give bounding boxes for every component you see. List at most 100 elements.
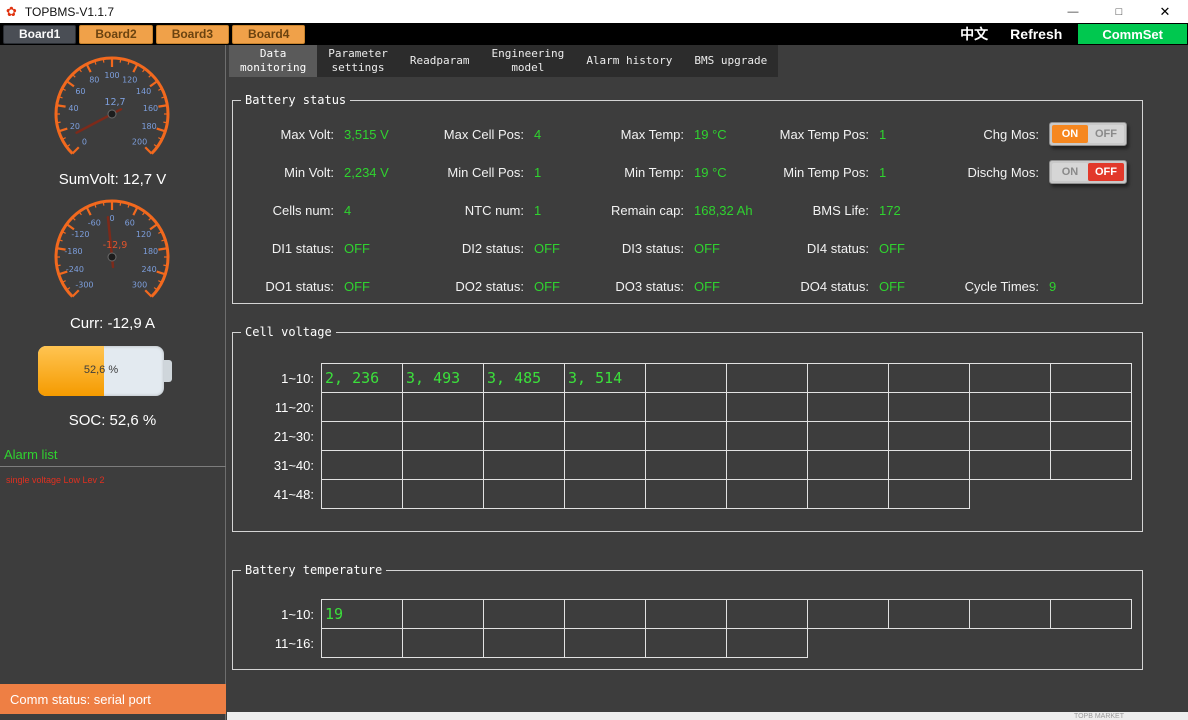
battery-status-grid: Max Volt:3,515 VMax Cell Pos:4Max Temp:1… [249, 115, 1134, 301]
alarm-list[interactable]: single voltage Low Lev 2 [0, 467, 225, 682]
value-cell: 2, 236 [321, 363, 403, 393]
off-segment[interactable]: OFF [1088, 125, 1124, 143]
cell-voltage-table: 1~10:2, 2363, 4933, 4853, 51411~20:21~30… [235, 363, 1132, 509]
svg-text:20: 20 [70, 122, 80, 131]
on-segment[interactable]: ON [1052, 163, 1088, 181]
sidebar: 02040608010012014016018020012,7 SumVolt:… [0, 45, 226, 720]
row-label: 11~20: [235, 392, 321, 422]
table-row: 31~40: [235, 450, 1132, 480]
svg-text:40: 40 [68, 104, 78, 113]
row-label: 1~10: [235, 363, 321, 393]
battery-body: 52,6 % [38, 346, 164, 396]
maximize-button[interactable]: □ [1096, 0, 1142, 23]
table-row: 11~20: [235, 392, 1132, 422]
row-label: 1~10: [235, 599, 321, 629]
row-label: 11~16: [235, 628, 321, 658]
refresh-button[interactable]: Refresh [1010, 26, 1062, 42]
tab-engineering-model[interactable]: Engineering model [480, 45, 575, 77]
value-cell [483, 479, 565, 509]
svg-text:-180: -180 [64, 247, 82, 256]
value-cell [888, 479, 970, 509]
battery-status-title: Battery status [241, 93, 350, 107]
value-cell [888, 450, 970, 480]
svg-text:-60: -60 [88, 218, 101, 227]
value-cell [807, 392, 889, 422]
value-cell [726, 450, 808, 480]
value-cell [402, 479, 484, 509]
dischg-mos-switch[interactable]: ONOFF [1049, 160, 1127, 184]
svg-text:-120: -120 [71, 230, 89, 239]
tab-alarm-history[interactable]: Alarm history [575, 45, 683, 77]
svg-text:200: 200 [132, 138, 147, 147]
table-row: 41~48: [235, 479, 1132, 509]
status-field-value: 3,515 V [344, 127, 389, 142]
tab-readparam[interactable]: Readparam [399, 45, 481, 77]
value-cell [321, 479, 403, 509]
board-tab-board1[interactable]: Board1 [3, 25, 76, 44]
language-toggle[interactable]: 中文 [960, 24, 988, 44]
value-cell [726, 392, 808, 422]
status-field: DO2 status:OFF [424, 279, 584, 294]
row-label: 21~30: [235, 421, 321, 451]
battery-temperature-table: 1~10:1911~16: [235, 599, 1132, 658]
value-cell [564, 392, 646, 422]
status-field-value: OFF [344, 279, 370, 294]
status-field-label: DI3 status: [584, 241, 684, 256]
status-field-label: DO3 status: [584, 279, 684, 294]
commset-button[interactable]: CommSet [1078, 24, 1187, 44]
status-field-value: OFF [879, 241, 905, 256]
value-cell [888, 363, 970, 393]
value-cell [969, 599, 1051, 629]
minimize-button[interactable]: — [1050, 0, 1096, 23]
status-field-label: DI2 status: [424, 241, 524, 256]
board-tab-board4[interactable]: Board4 [232, 25, 305, 44]
svg-text:140: 140 [136, 87, 151, 96]
board-tab-board3[interactable]: Board3 [156, 25, 229, 44]
alarm-list-title: Alarm list [4, 447, 57, 462]
status-field: Min Cell Pos:1 [424, 165, 584, 180]
board-tab-board2[interactable]: Board2 [79, 25, 152, 44]
value-cell [483, 450, 565, 480]
chg-mos-switch[interactable]: ONOFF [1049, 122, 1127, 146]
value-cell [402, 628, 484, 658]
status-field-label: Min Cell Pos: [424, 165, 524, 180]
window-title: TOPBMS-V1.1.7 [25, 5, 114, 19]
value-cell [321, 392, 403, 422]
value-cell [888, 421, 970, 451]
main-panel: Data monitoringParameter settingsReadpar… [227, 45, 1188, 712]
value-cell [402, 392, 484, 422]
status-field-label: DO2 status: [424, 279, 524, 294]
off-segment[interactable]: OFF [1088, 163, 1124, 181]
value-cell [645, 450, 727, 480]
value-cell [564, 421, 646, 451]
status-field-value: 4 [534, 127, 541, 142]
svg-text:0: 0 [82, 138, 87, 147]
value-cell [1050, 599, 1132, 629]
row-label: 31~40: [235, 450, 321, 480]
status-field-label: DO1 status: [249, 279, 334, 294]
current-gauge: -300-240-180-120-60060120180240300-12,9 [28, 193, 196, 321]
value-cell [321, 421, 403, 451]
svg-text:240: 240 [141, 265, 156, 274]
status-field-label: Cells num: [249, 203, 334, 218]
on-segment[interactable]: ON [1052, 125, 1088, 143]
status-field: Min Volt:2,234 V [249, 165, 424, 180]
value-cell [1050, 363, 1132, 393]
svg-text:60: 60 [75, 87, 85, 96]
value-cell [807, 363, 889, 393]
close-button[interactable]: ✕ [1142, 0, 1188, 23]
value-cell [726, 363, 808, 393]
value-cell [969, 363, 1051, 393]
svg-text:160: 160 [143, 104, 158, 113]
svg-text:100: 100 [104, 71, 119, 80]
tab-bms-upgrade[interactable]: BMS upgrade [683, 45, 778, 77]
svg-text:180: 180 [143, 247, 158, 256]
value-cell: 3, 485 [483, 363, 565, 393]
svg-text:180: 180 [141, 122, 156, 131]
battery-terminal [164, 360, 172, 382]
status-field-label: Min Temp Pos: [759, 165, 869, 180]
comm-status-button[interactable]: Comm status: serial port [0, 684, 226, 714]
tab-parameter-settings[interactable]: Parameter settings [317, 45, 399, 77]
tab-data-monitoring[interactable]: Data monitoring [229, 45, 317, 77]
status-field-label: Max Cell Pos: [424, 127, 524, 142]
